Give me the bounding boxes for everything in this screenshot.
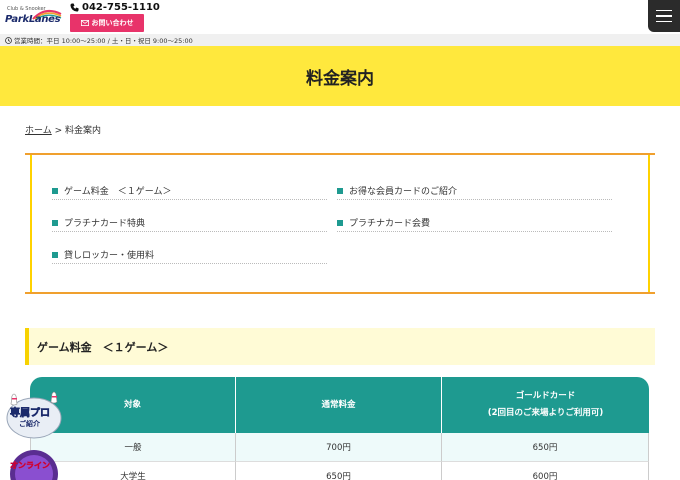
table-cell: 650円 — [236, 462, 442, 480]
toc-link-platinum-benefits[interactable]: プラチナカード特典 — [52, 214, 327, 232]
phone-link[interactable]: 042-755-1110 — [70, 2, 160, 13]
table-of-contents: ゲーム料金 ＜１ゲーム＞ お得な会員カードのご紹介 プラチナカード特典 プラチナ… — [25, 153, 655, 294]
table-header-gold-title: ゴールドカード — [515, 391, 576, 401]
hamburger-menu-button[interactable] — [648, 0, 680, 32]
table-header-gold: ゴールドカード (2回目のご来場よりご利用可) — [442, 377, 649, 433]
breadcrumb: ホーム > 料金案内 — [25, 123, 101, 136]
table-row: 大学生 650円 600円 — [30, 462, 649, 480]
toc-link-label: 貸しロッカー・使用料 — [64, 251, 155, 261]
table-header-gold-note: (2回目のご来場よりご利用可) — [487, 408, 604, 418]
breadcrumb-separator: > — [51, 126, 65, 136]
square-bullet-icon — [337, 187, 343, 194]
toc-link-member-card[interactable]: お得な会員カードのご紹介 — [337, 182, 612, 200]
square-bullet-icon — [52, 187, 58, 194]
menu-line-icon — [656, 9, 672, 12]
pro-introduction-badge[interactable]: 専属プロ ご紹介 — [4, 390, 64, 442]
square-bullet-icon — [52, 251, 58, 258]
toc-link-label: ゲーム料金 ＜１ゲーム＞ — [64, 187, 172, 197]
site-logo[interactable]: Club & Snooker ParkLanes — [5, 6, 63, 28]
breadcrumb-current: 料金案内 — [65, 126, 102, 136]
table-row: 一般 700円 650円 — [30, 433, 649, 462]
contact-label: お問い合わせ — [91, 19, 134, 27]
table-header-row: 対象 通常料金 ゴールドカード (2回目のご来場よりご利用可) — [30, 377, 649, 433]
clock-icon — [5, 36, 12, 44]
toc-link-label: プラチナカード特典 — [64, 219, 146, 229]
page-title: 料金案内 — [306, 68, 374, 89]
pro-badge-subtitle: ご紹介 — [19, 420, 40, 428]
toc-left-border — [30, 155, 32, 292]
square-bullet-icon — [52, 219, 58, 226]
menu-line-icon — [656, 15, 672, 17]
business-hours-bar: 営業時間：平日 10:00〜25:00 / 土・日・祝日 9:00〜25:00 — [0, 34, 680, 46]
toc-link-locker[interactable]: 貸しロッカー・使用料 — [52, 246, 327, 264]
logo-wordmark: ParkLanes — [5, 14, 61, 25]
game-fee-table: 対象 通常料金 ゴールドカード (2回目のご来場よりご利用可) 一般 700円 … — [30, 377, 649, 480]
menu-line-icon — [656, 20, 672, 23]
mail-icon — [80, 20, 89, 26]
pro-badge-title: 専属プロ — [10, 408, 51, 420]
toc-link-label: プラチナカード会費 — [349, 219, 431, 229]
page-title-banner: 料金案内 — [0, 46, 680, 106]
section-heading-text: ゲーム料金 ＜１ゲーム＞ — [37, 340, 169, 354]
online-badge-text: オンライン — [10, 461, 51, 471]
section-heading-game-fee: ゲーム料金 ＜１ゲーム＞ — [25, 328, 655, 365]
toc-link-platinum-fee[interactable]: プラチナカード会費 — [337, 214, 612, 232]
breadcrumb-home-link[interactable]: ホーム — [25, 126, 52, 136]
business-hours-text: 営業時間：平日 10:00〜25:00 / 土・日・祝日 9:00〜25:00 — [14, 37, 193, 45]
phone-icon — [70, 3, 79, 12]
toc-link-game-fee[interactable]: ゲーム料金 ＜１ゲーム＞ — [52, 182, 327, 200]
square-bullet-icon — [337, 219, 343, 226]
toc-link-label: お得な会員カードのご紹介 — [349, 187, 458, 197]
site-header: Club & Snooker ParkLanes 042-755-1110 お問… — [0, 0, 680, 34]
table-cell: 600円 — [442, 462, 649, 480]
phone-number: 042-755-1110 — [82, 2, 160, 13]
toc-right-border — [648, 155, 650, 292]
table-cell: 700円 — [236, 433, 442, 462]
contact-button[interactable]: お問い合わせ — [70, 14, 144, 32]
online-badge[interactable]: オンライン — [4, 448, 64, 480]
table-header-regular: 通常料金 — [236, 377, 442, 433]
table-cell: 650円 — [442, 433, 649, 462]
